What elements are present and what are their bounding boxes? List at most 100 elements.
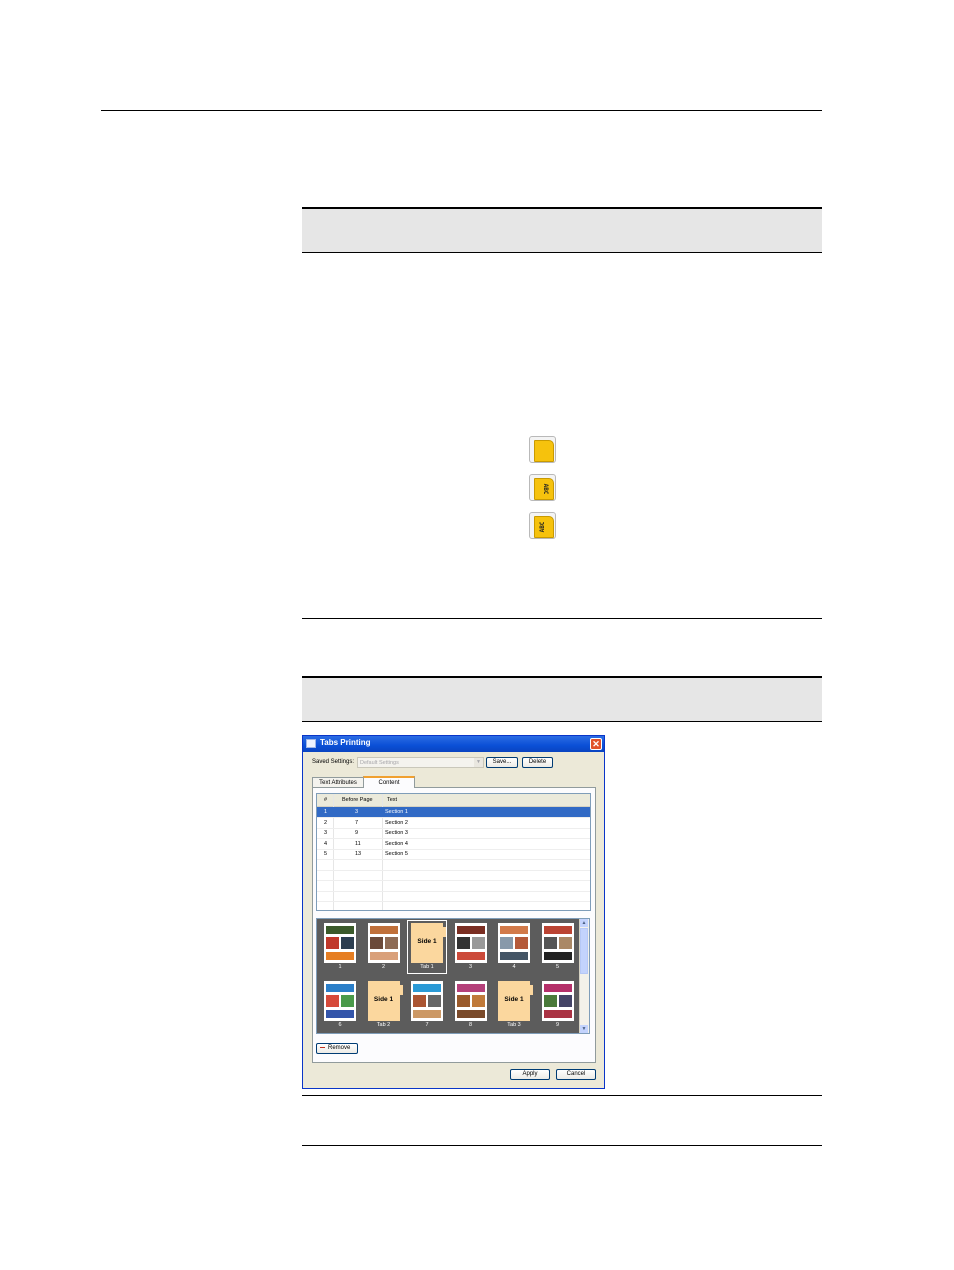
scroll-down-icon[interactable]: ▼ — [580, 1025, 588, 1033]
thumbnail-caption: 1 — [338, 964, 342, 970]
table-row[interactable]: 5 13 Section 5 — [317, 849, 590, 860]
page-preview-block — [543, 995, 557, 1007]
tab-thumbnail[interactable]: Side 1 Tab 3 — [494, 978, 534, 1032]
scroll-up-icon[interactable]: ▲ — [580, 919, 588, 927]
page-preview-block — [558, 937, 572, 949]
tab-icon-text: ABC — [542, 445, 549, 457]
table-row[interactable]: 3 9 Section 3 — [317, 828, 590, 839]
tab-content-table[interactable]: # Before Page Text 1 3 Section 1 2 7 Section … — [316, 793, 591, 911]
save-button[interactable]: Save... — [486, 757, 518, 768]
page-preview — [498, 923, 530, 963]
empty-row — [317, 891, 590, 902]
col-before-page-header[interactable]: Before Page — [342, 797, 373, 803]
page-thumbnail[interactable]: 2 — [364, 920, 404, 974]
table2-header-rule — [302, 721, 822, 722]
tab-icon-text: ABC — [542, 483, 549, 495]
tab-icon-text: ABC — [539, 521, 546, 533]
page-preview-block — [500, 926, 528, 934]
tab-preview-text: Side 1 — [504, 996, 524, 1003]
tab-icon: ABC — [529, 512, 556, 539]
empty-row — [317, 860, 590, 871]
page-preview-block — [369, 937, 383, 949]
row-text: Section 1 — [385, 809, 408, 815]
page-preview-block — [471, 937, 485, 949]
page-preview — [454, 981, 487, 1021]
tab-icon: ABC — [529, 436, 556, 463]
scrollbar-thumb[interactable] — [580, 928, 588, 974]
page-preview-block — [413, 984, 441, 992]
col-text-header[interactable]: Text — [387, 797, 397, 803]
page-thumbnail[interactable]: 9 — [538, 978, 578, 1032]
page-thumbnail[interactable]: 4 — [494, 920, 534, 974]
page-preview-block — [326, 937, 339, 949]
apply-button[interactable]: Apply — [510, 1069, 550, 1080]
page-thumbnail[interactable]: 8 — [451, 978, 491, 1032]
page-preview — [367, 923, 400, 963]
page-preview-block — [341, 995, 354, 1007]
page-preview-block — [543, 952, 572, 960]
row-before-page: 13 — [355, 851, 362, 857]
page-preview-block — [543, 1010, 572, 1018]
page-preview — [454, 923, 487, 963]
page-preview-block — [515, 937, 528, 949]
thumbnail-scrollbar[interactable]: ▲ ▼ — [579, 919, 589, 1033]
table-row[interactable]: 2 7 Section 2 — [317, 818, 590, 829]
thumbnail-caption: 3 — [468, 964, 473, 970]
figure-bottom-rule — [302, 1095, 822, 1096]
page-preview-block — [456, 926, 485, 934]
tab-thumbnail[interactable]: Side 1 Tab 2 — [364, 978, 404, 1032]
table-row[interactable]: 1 3 Section 1 — [317, 807, 590, 818]
page-preview — [324, 981, 356, 1021]
thumbnail-strip[interactable]: 1 2 Side 1 Tab 1 3 4 5 6 Side 1 Tab 2 7 8 Side 1 Tab … — [316, 918, 590, 1034]
thumbnail-caption: 6 — [338, 1022, 342, 1028]
tab-notch — [399, 985, 403, 995]
tabs-printing-dialog: Tabs Printing ✕ Saved Settings: Default … — [302, 735, 605, 1089]
page-preview-block — [543, 937, 557, 949]
page-thumbnail[interactable]: 5 — [538, 920, 578, 974]
table2-bottom-rule — [302, 1145, 822, 1146]
delete-button[interactable]: Delete — [522, 757, 553, 768]
thumbnail-caption: 9 — [555, 1022, 560, 1028]
header-rule — [101, 110, 822, 111]
page-preview-block — [326, 995, 339, 1007]
row-text: Section 5 — [385, 851, 408, 857]
tab-content[interactable]: Content — [363, 776, 415, 788]
page-thumbnail[interactable]: 6 — [320, 978, 360, 1032]
row-before-page: 7 — [355, 819, 359, 826]
tab-sheet: ABC — [534, 516, 554, 538]
cancel-button[interactable]: Cancel — [556, 1069, 596, 1080]
tab-icon: ABC — [529, 474, 556, 501]
empty-row — [317, 902, 590, 911]
thumbnail-caption: Tab 3 — [507, 1022, 521, 1028]
row-text: Section 3 — [385, 830, 408, 836]
col-number-header[interactable]: # — [324, 797, 327, 803]
page-preview-block — [456, 984, 485, 992]
page-preview-block — [456, 952, 485, 960]
page-thumbnail[interactable]: 3 — [451, 920, 491, 974]
page-preview-block — [326, 952, 354, 960]
tab-sheet: ABC — [534, 440, 554, 462]
row-number: 1 — [324, 809, 328, 815]
table-header-band — [302, 209, 822, 252]
saved-settings-label: Saved Settings: — [312, 759, 355, 765]
page-preview-block — [413, 995, 426, 1007]
chevron-down-icon: ▼ — [474, 758, 483, 767]
remove-button[interactable]: Remove — [316, 1043, 358, 1054]
close-button[interactable]: ✕ — [590, 738, 602, 750]
page-thumbnail[interactable]: 1 — [320, 920, 360, 974]
saved-settings-select[interactable]: Default Settings ▼ — [357, 757, 484, 768]
tab-preview-text: Side 1 — [373, 996, 394, 1003]
page-preview-block — [413, 1010, 441, 1018]
page-preview-block — [456, 995, 470, 1007]
page-preview — [541, 923, 574, 963]
table-header: # Before Page Text — [317, 794, 590, 807]
page-thumbnail[interactable]: 7 — [407, 978, 447, 1032]
dialog-titlebar: Tabs Printing ✕ — [303, 736, 604, 752]
table-bottom-rule — [302, 618, 822, 619]
table-row[interactable]: 4 11 Section 4 — [317, 839, 590, 850]
tab-thumbnail[interactable]: Side 1 Tab 1 — [407, 920, 447, 974]
page-preview-block — [456, 1010, 485, 1018]
row-before-page: 3 — [355, 809, 359, 815]
minus-icon — [320, 1046, 325, 1048]
tab-preview-text: Side 1 — [417, 938, 437, 945]
